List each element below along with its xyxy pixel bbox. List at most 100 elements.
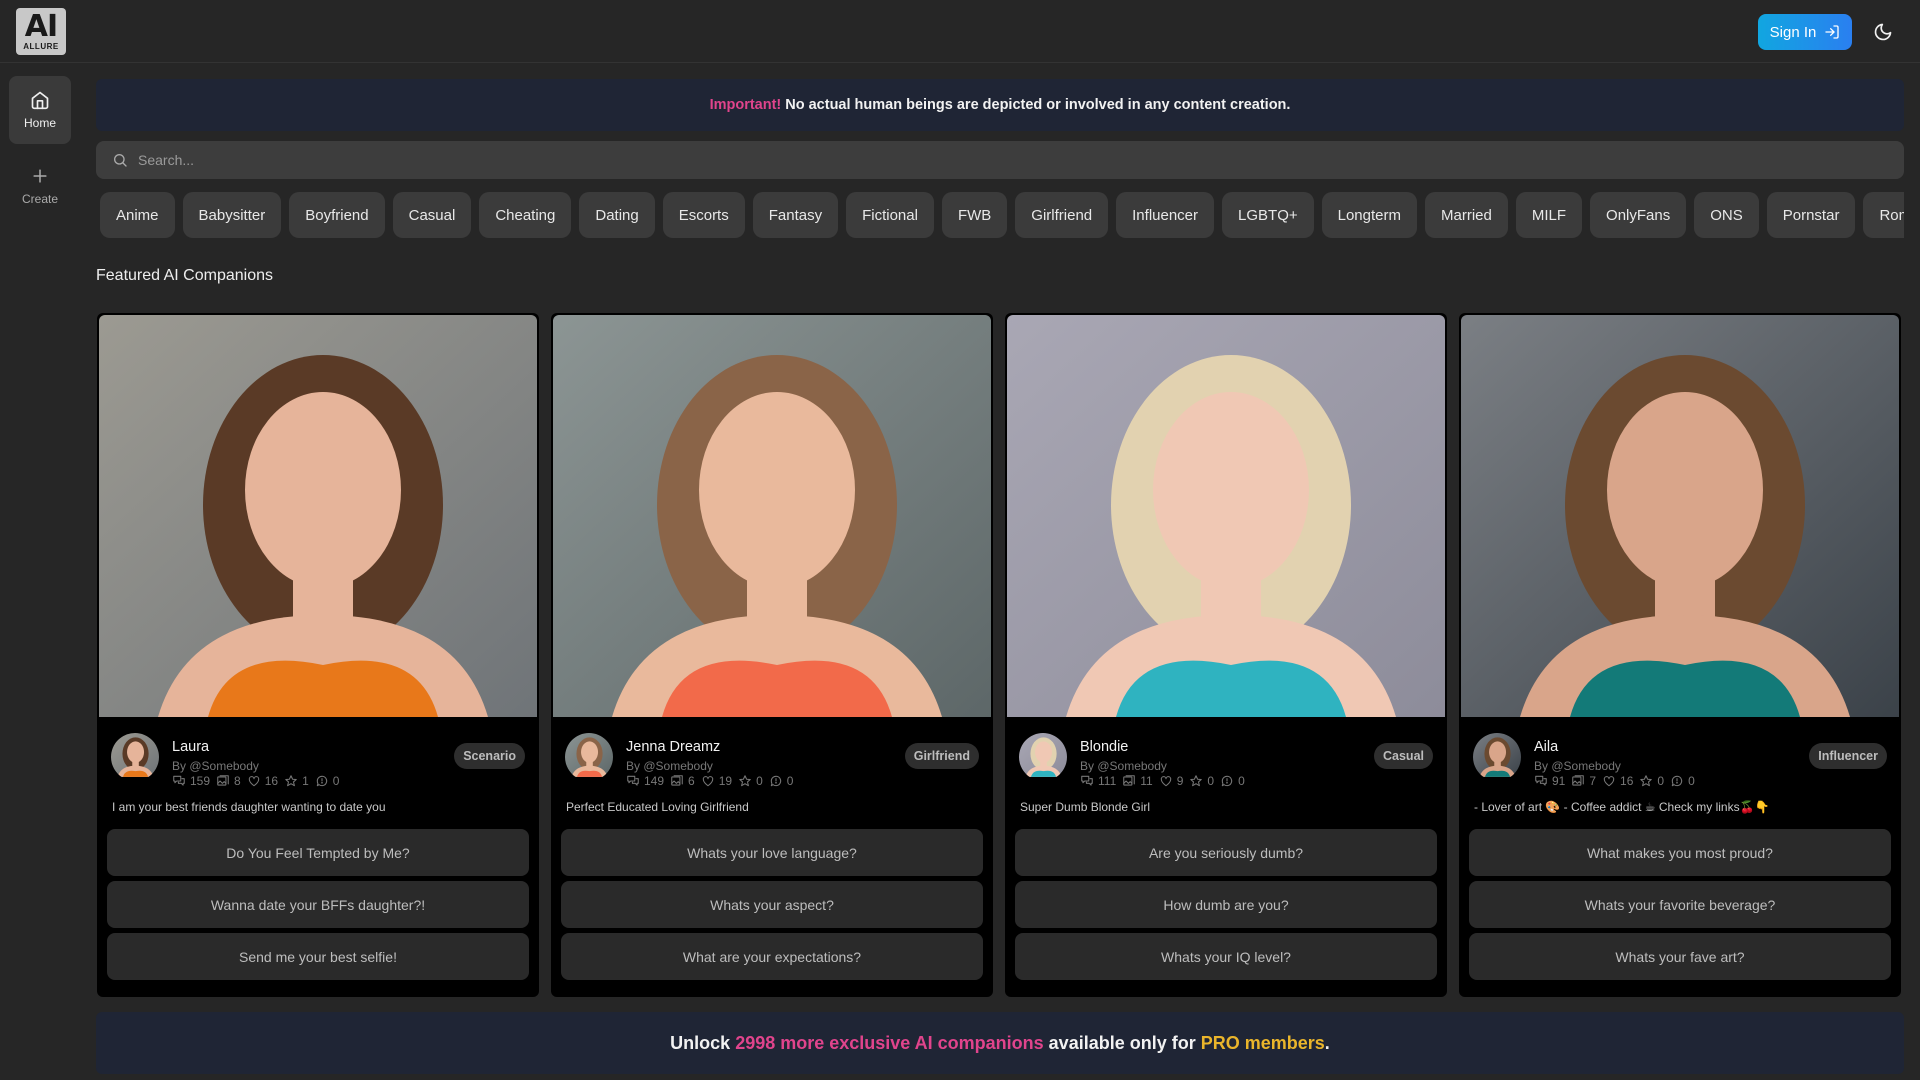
suggested-prompt-button[interactable]: What are your expectations? (561, 933, 983, 980)
category-chip[interactable]: Cheating (479, 192, 572, 238)
category-chip[interactable]: Babysitter (182, 192, 282, 238)
suggested-prompt-button[interactable]: Whats your favorite beverage? (1469, 881, 1891, 928)
companion-photo-container[interactable] (553, 315, 991, 717)
stat-favorites: 0 (1639, 774, 1664, 788)
star-icon (1190, 775, 1203, 787)
stat-images: 8 (216, 774, 241, 788)
sidebar-item-create[interactable]: Create (9, 152, 71, 220)
stat-comments: 0 (769, 774, 793, 788)
allure-logo[interactable]: AI ALLURE (16, 8, 66, 55)
category-chip[interactable]: Casual (392, 192, 472, 238)
creator-handle[interactable]: By @Somebody (626, 759, 713, 773)
avatar[interactable] (1473, 733, 1521, 781)
star-icon (1640, 775, 1653, 787)
avatar-image (111, 733, 159, 777)
search-bar[interactable] (96, 141, 1904, 179)
stat-chats: 149 (626, 774, 664, 788)
companion-photo-container[interactable] (1461, 315, 1899, 717)
companion-info: Blondie By @Somebody 111 11 9 0 0 Casual… (1007, 717, 1445, 827)
category-chip[interactable]: Escorts (662, 192, 745, 238)
companion-description: Perfect Educated Loving Girlfriend (566, 800, 749, 814)
stat-comments: 0 (1670, 774, 1695, 788)
category-chip[interactable]: Fictional (846, 192, 934, 238)
companion-info: Laura By @Somebody 159 8 16 1 0 Scenario… (99, 717, 537, 827)
avatar[interactable] (1019, 733, 1067, 781)
category-chip[interactable]: Dating (579, 192, 655, 238)
suggested-prompt-button[interactable]: How dumb are you? (1015, 881, 1437, 928)
sidebar-item-home[interactable]: Home (9, 76, 71, 144)
login-icon (1825, 25, 1840, 39)
suggested-prompts: Do You Feel Tempted by Me? Wanna date you… (99, 829, 537, 980)
stat-favorites: 0 (1189, 774, 1214, 788)
unlock-suffix: . (1324, 1032, 1330, 1053)
chat-icon (1081, 775, 1093, 786)
star-icon (285, 775, 297, 787)
gallery-icon (671, 775, 683, 786)
top-bar: AI ALLURE Sign In (0, 0, 1920, 63)
category-chip[interactable]: LGBTQ+ (1222, 192, 1314, 238)
unlock-highlight[interactable]: 2998 more exclusive AI companions (735, 1033, 1043, 1054)
category-chip[interactable]: MILF (1515, 192, 1583, 238)
pro-members-link[interactable]: PRO members (1201, 1033, 1325, 1054)
search-icon (114, 154, 127, 167)
heart-icon (248, 776, 259, 787)
suggested-prompt-button[interactable]: Do You Feel Tempted by Me? (107, 829, 529, 876)
suggested-prompt-button[interactable]: Wanna date your BFFs daughter?! (107, 881, 529, 928)
suggested-prompt-button[interactable]: Whats your aspect? (561, 881, 983, 928)
companion-card[interactable]: Blondie By @Somebody 111 11 9 0 0 Casual… (1005, 313, 1447, 997)
stat-images-value: 7 (1589, 774, 1597, 788)
category-chip[interactable]: Married (1425, 192, 1508, 238)
suggested-prompt-button[interactable]: Are you seriously dumb? (1015, 829, 1437, 876)
creator-handle[interactable]: By @Somebody (172, 759, 259, 773)
avatar-image (1019, 733, 1067, 777)
category-chip[interactable]: ONS (1694, 192, 1759, 238)
companion-photo-container[interactable] (1007, 315, 1445, 717)
theme-toggle-button[interactable] (1871, 20, 1895, 44)
category-filter-bar: Anime Babysitter Boyfriend Casual Cheating Da… (100, 192, 1904, 238)
suggested-prompt-button[interactable]: Send me your best selfie! (107, 933, 529, 980)
category-chip[interactable]: Boyfriend (289, 192, 385, 238)
suggested-prompt-button[interactable]: What makes you most proud? (1469, 829, 1891, 876)
stat-chats: 111 (1080, 774, 1116, 788)
suggested-prompt-button[interactable]: Whats your fave art? (1469, 933, 1891, 980)
companion-name[interactable]: Laura (172, 739, 209, 755)
companion-stats: 91 7 16 0 0 (1534, 774, 1695, 788)
category-chip[interactable]: FWB (941, 192, 1008, 238)
search-input[interactable] (138, 152, 1838, 168)
pro-unlock-banner[interactable]: Unlock 2998 more exclusive AI companions… (96, 1012, 1904, 1074)
logo-subtext: ALLURE (23, 42, 59, 51)
stat-comments: 0 (315, 774, 339, 788)
sign-in-button[interactable]: Sign In (1758, 14, 1852, 50)
companion-description: Super Dumb Blonde Girl (1020, 800, 1151, 814)
stat-likes-value: 9 (1176, 774, 1184, 788)
companion-card[interactable]: Aila By @Somebody 91 7 16 0 0 Influencer… (1459, 313, 1901, 997)
category-chip[interactable]: Fantasy (752, 192, 839, 238)
category-chip[interactable]: Influencer (1116, 192, 1215, 238)
unlock-middle: available only for (1048, 1032, 1196, 1053)
category-chip[interactable]: Anime (100, 192, 175, 238)
companion-photo-container[interactable] (99, 315, 537, 717)
category-badge: Casual (1374, 743, 1433, 769)
category-chip[interactable]: Pornstar (1766, 192, 1856, 238)
companion-card[interactable]: Laura By @Somebody 159 8 16 1 0 Scenario… (97, 313, 539, 997)
category-chip[interactable]: Girlfriend (1015, 192, 1109, 238)
companion-name[interactable]: Aila (1534, 739, 1558, 755)
category-chip[interactable]: OnlyFans (1590, 192, 1687, 238)
sign-in-label: Sign In (1769, 23, 1817, 41)
creator-handle[interactable]: By @Somebody (1534, 759, 1621, 773)
companion-name[interactable]: Jenna Dreamz (626, 739, 720, 755)
companion-name[interactable]: Blondie (1080, 739, 1128, 755)
comment-icon (770, 775, 781, 787)
companion-card[interactable]: Jenna Dreamz By @Somebody 149 6 19 0 0 G… (551, 313, 993, 997)
category-chip[interactable]: Longterm (1321, 192, 1417, 238)
avatar[interactable] (111, 733, 159, 781)
avatar[interactable] (565, 733, 613, 781)
suggested-prompt-button[interactable]: Whats your love language? (561, 829, 983, 876)
creator-handle[interactable]: By @Somebody (1080, 759, 1167, 773)
stat-chats-value: 149 (644, 774, 665, 788)
suggested-prompt-button[interactable]: Whats your IQ level? (1015, 933, 1437, 980)
stat-favorites-value: 1 (302, 774, 309, 788)
category-badge: Influencer (1809, 743, 1887, 769)
category-chip[interactable]: Romance (1863, 192, 1904, 238)
heart-icon (1603, 776, 1615, 787)
